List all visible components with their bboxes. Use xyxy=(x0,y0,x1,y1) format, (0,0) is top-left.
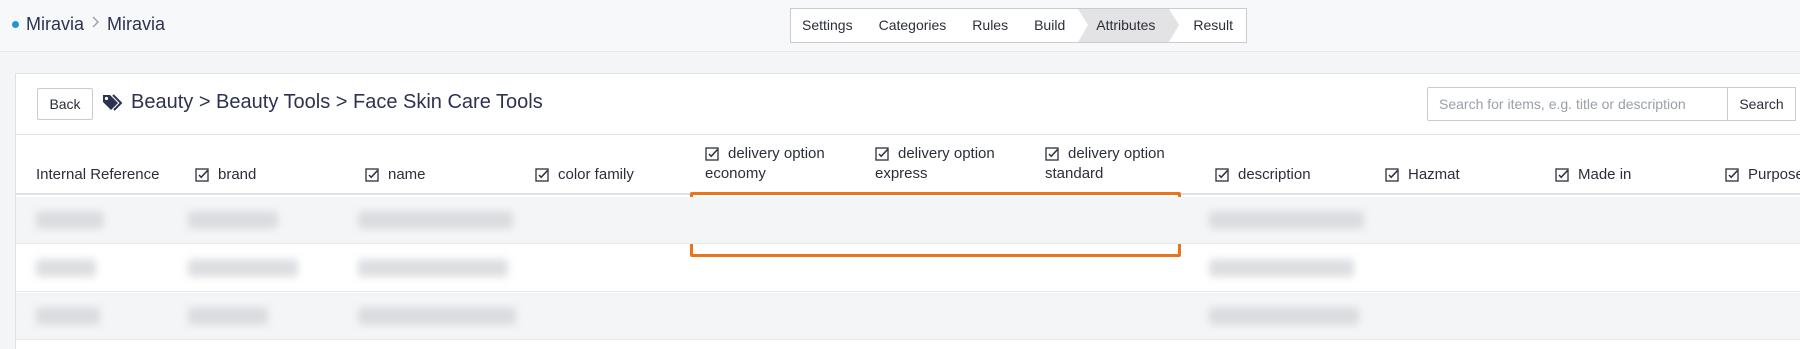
redacted-cell xyxy=(188,259,298,277)
step-settings[interactable]: Settings xyxy=(791,9,866,42)
status-dot-icon xyxy=(12,21,19,28)
redacted-cell xyxy=(36,259,96,277)
step-rules[interactable]: Rules xyxy=(959,9,1021,42)
redacted-cell xyxy=(36,307,100,325)
redacted-cell xyxy=(1209,259,1354,277)
step-build[interactable]: Build xyxy=(1021,9,1078,42)
col-description: description xyxy=(1215,165,1311,185)
checkbox-checked-icon[interactable] xyxy=(195,168,209,182)
breadcrumb-root[interactable]: Miravia xyxy=(26,14,84,35)
col-purpose: Purpose xyxy=(1725,165,1800,185)
tags-icon xyxy=(103,93,123,111)
step-categories[interactable]: Categories xyxy=(866,9,960,42)
table-header: Internal Reference brand name color fami… xyxy=(16,135,1800,257)
category-title: Beauty > Beauty Tools > Face Skin Care T… xyxy=(102,91,543,114)
redacted-cell xyxy=(188,211,278,229)
redacted-cell xyxy=(1209,211,1364,229)
breadcrumb: Miravia Miravia xyxy=(12,14,165,35)
top-bar: Miravia Miravia Settings Categories Rule… xyxy=(0,0,1800,52)
attributes-panel: Back Beauty > Beauty Tools > Face Skin C… xyxy=(15,73,1800,349)
table-row[interactable] xyxy=(16,293,1800,340)
step-attributes[interactable]: Attributes xyxy=(1078,9,1180,42)
col-color-family: color family xyxy=(535,165,634,185)
redacted-cell xyxy=(188,307,268,325)
col-delivery-option-economy: delivery option economy xyxy=(705,145,825,182)
col-delivery-option-standard: delivery option standard xyxy=(1045,145,1165,182)
wizard-steps: Settings Categories Rules Build Attribut… xyxy=(790,8,1248,43)
col-brand: brand xyxy=(195,165,256,185)
search-button[interactable]: Search xyxy=(1727,87,1796,121)
checkbox-checked-icon[interactable] xyxy=(535,168,549,182)
redacted-cell xyxy=(358,259,508,277)
col-made-in: Made in xyxy=(1555,165,1631,185)
checkbox-checked-icon[interactable] xyxy=(1725,168,1739,182)
back-button[interactable]: Back xyxy=(37,88,93,120)
breadcrumb-current: Miravia xyxy=(107,14,166,34)
search-bar: Search xyxy=(1427,87,1796,121)
category-path: Beauty > Beauty Tools > Face Skin Care T… xyxy=(131,91,543,113)
checkbox-checked-icon[interactable] xyxy=(1215,168,1229,182)
redacted-cell xyxy=(358,307,516,325)
redacted-cell xyxy=(1209,307,1359,325)
col-delivery-option-express: delivery option express xyxy=(875,145,995,182)
checkbox-checked-icon[interactable] xyxy=(1385,168,1399,182)
breadcrumb-separator-icon xyxy=(91,15,100,34)
redacted-cell xyxy=(36,211,104,229)
col-internal-reference: Internal Reference xyxy=(36,166,160,183)
checkbox-checked-icon[interactable] xyxy=(365,168,379,182)
step-result[interactable]: Result xyxy=(1169,9,1246,42)
table-row[interactable] xyxy=(16,245,1800,292)
table-row[interactable] xyxy=(16,197,1800,244)
search-input[interactable] xyxy=(1427,87,1727,121)
col-hazmat: Hazmat xyxy=(1385,165,1460,185)
redacted-cell xyxy=(358,211,513,229)
col-name: name xyxy=(365,165,426,185)
checkbox-checked-icon[interactable] xyxy=(1555,168,1569,182)
